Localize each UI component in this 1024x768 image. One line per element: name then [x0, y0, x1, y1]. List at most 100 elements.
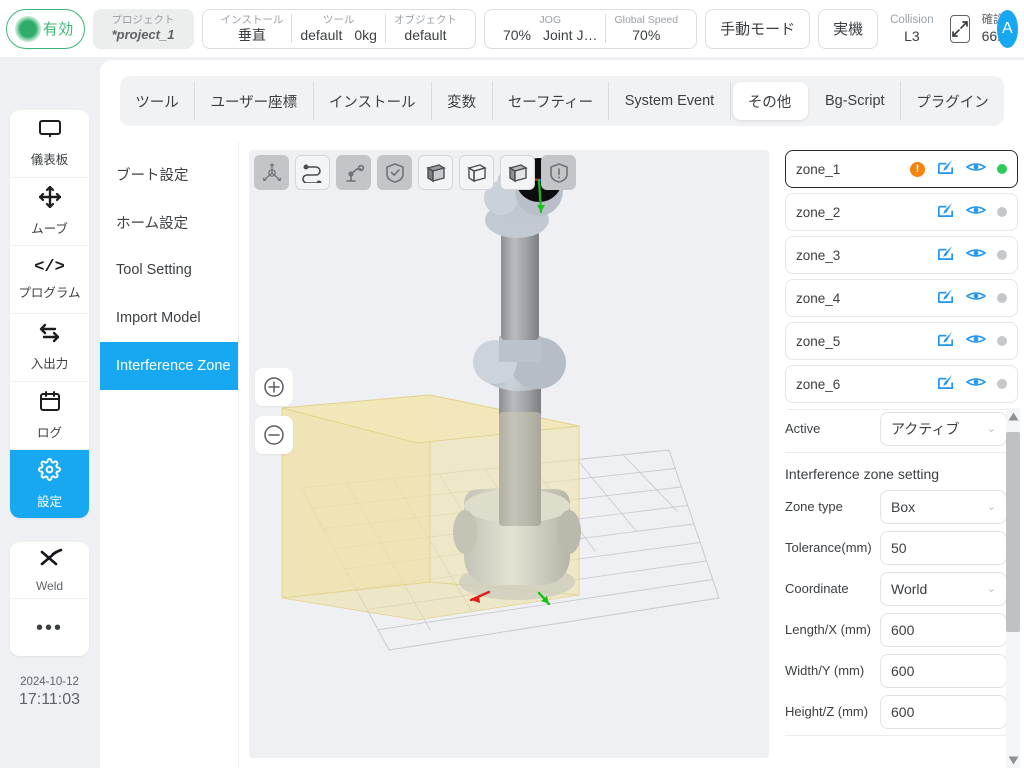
edit-icon[interactable]	[936, 200, 955, 224]
robot-arm-icon-button[interactable]	[336, 155, 371, 190]
tab-plugin[interactable]: プラグイン	[901, 82, 1004, 120]
height-z-input[interactable]: 600	[880, 694, 1007, 729]
speed-chip[interactable]: JOG 70% Joint J… Global Speed 70%	[483, 8, 698, 49]
sidebar-item-log[interactable]: ログ	[10, 382, 89, 450]
tab-variable[interactable]: 変数	[432, 82, 493, 120]
zone-list-item[interactable]: zone_3	[785, 236, 1018, 274]
active-value: アクティブ	[891, 420, 960, 437]
sidebar-item-io[interactable]: 入出力	[10, 314, 89, 382]
robot-3d-viewport[interactable]	[249, 150, 769, 758]
scroll-up-icon[interactable]	[1006, 408, 1020, 424]
gear-icon	[38, 458, 61, 486]
zone-list-item[interactable]: zone_1 !	[785, 150, 1018, 188]
active-select[interactable]: アクティブ ⌄	[880, 411, 1007, 446]
zoom-out-icon[interactable]	[255, 416, 293, 454]
sidebar-extra-group: Weld •••	[10, 542, 89, 656]
scrollbar-thumb[interactable]	[1006, 432, 1020, 632]
status-pill[interactable]: 有効	[6, 8, 85, 49]
sidebar-item-dashboard[interactable]: 儀表板	[10, 110, 89, 178]
length-x-input[interactable]: 600	[880, 612, 1007, 647]
status-dot[interactable]	[997, 164, 1007, 174]
zone-type-select[interactable]: Box ⌄	[880, 489, 1007, 524]
cube-shaded-icon-button[interactable]	[500, 155, 535, 190]
tab-bg-script[interactable]: Bg-Script	[810, 82, 901, 120]
tool-col: ツール default 0kg	[291, 14, 385, 43]
tab-tool[interactable]: ツール	[120, 82, 196, 120]
width-y-input[interactable]: 600	[880, 653, 1007, 688]
status-dot[interactable]	[997, 379, 1007, 389]
edit-icon[interactable]	[936, 157, 955, 181]
eye-icon[interactable]	[965, 289, 987, 308]
status-dot[interactable]	[997, 336, 1007, 346]
robot-button[interactable]: 実機	[818, 8, 879, 49]
cube-wireframe-icon-button[interactable]	[459, 155, 494, 190]
zone-name: zone_6	[796, 376, 841, 392]
subnav-item-home-setting[interactable]: ホーム設定	[100, 198, 238, 246]
mode-button[interactable]: 手動モード	[705, 8, 811, 49]
shield-check-icon-button[interactable]	[377, 155, 412, 190]
tab-label: System Event	[624, 93, 715, 109]
edit-icon[interactable]	[936, 329, 955, 353]
subnav-item-interference-zone[interactable]: Interference Zone	[100, 342, 238, 390]
coordinate-label: Coordinate	[785, 581, 849, 596]
subnav-item-tool-setting[interactable]: Tool Setting	[100, 246, 238, 294]
sidebar-item-program[interactable]: </> プログラム	[10, 246, 89, 314]
tab-safety[interactable]: セーフティー	[493, 82, 610, 120]
tab-system-event[interactable]: System Event	[609, 82, 731, 120]
tab-user-coordinate[interactable]: ユーザー座標	[195, 82, 314, 120]
subnav-item-boot-setting[interactable]: ブート設定	[100, 150, 238, 198]
cube-solid-icon-button[interactable]	[418, 155, 453, 190]
tolerance-input[interactable]: 50	[880, 530, 1007, 565]
tolerance-row: Tolerance(mm) 50	[785, 527, 1007, 568]
eye-icon[interactable]	[965, 332, 987, 351]
eye-icon[interactable]	[965, 375, 987, 394]
edit-icon[interactable]	[936, 243, 955, 267]
sidebar-item-more[interactable]: •••	[10, 599, 89, 656]
eye-icon[interactable]	[965, 246, 987, 265]
fullscreen-icon[interactable]	[949, 14, 970, 43]
coordinate-row: Coordinate World ⌄	[785, 568, 1007, 609]
edit-icon[interactable]	[936, 372, 955, 396]
tool-value: default	[300, 27, 343, 43]
install-caption: インストール	[220, 14, 284, 26]
subnav-item-import-model[interactable]: Import Model	[100, 294, 238, 342]
eye-icon[interactable]	[965, 203, 987, 222]
coordinate-select[interactable]: World ⌄	[880, 571, 1007, 606]
status-dot[interactable]	[997, 250, 1007, 260]
status-dot[interactable]	[997, 207, 1007, 217]
shield-alert-icon-button[interactable]	[541, 155, 576, 190]
sidebar-item-move[interactable]: ムーブ	[10, 178, 89, 246]
zone-list-item[interactable]: zone_6	[785, 365, 1018, 403]
install-tool-object-chip[interactable]: インストール 垂直 ツール default 0kg オブジェクト default	[201, 8, 476, 49]
tab-install[interactable]: インストール	[314, 82, 432, 120]
robot-button-label: 実機	[833, 21, 864, 38]
edit-icon[interactable]	[936, 286, 955, 310]
tab-label: インストール	[328, 94, 416, 111]
sidebar-item-weld[interactable]: Weld	[10, 542, 89, 599]
scroll-down-icon[interactable]	[1006, 752, 1020, 768]
move-arrows-icon	[38, 185, 61, 213]
eye-icon[interactable]	[965, 160, 987, 179]
trajectory-path-icon-button[interactable]	[295, 155, 330, 190]
sidebar-item-settings[interactable]: 設定	[10, 450, 89, 518]
tab-label: ツール	[135, 94, 179, 111]
zone-list-item[interactable]: zone_4	[785, 279, 1018, 317]
scrollbar-track[interactable]	[1006, 424, 1020, 752]
project-chip[interactable]: プロジェクト *project_1	[92, 8, 194, 49]
jog-mode: Joint J…	[542, 27, 598, 43]
calendar-icon	[39, 390, 61, 417]
tolerance-value: 50	[891, 539, 907, 556]
collision-indicator[interactable]: Collision L3	[886, 13, 937, 44]
panel-scrollbar[interactable]	[1006, 408, 1020, 768]
chevron-down-icon: ⌄	[986, 423, 996, 435]
tab-other[interactable]: その他	[732, 82, 808, 120]
status-dot[interactable]	[997, 293, 1007, 303]
zone-list-item[interactable]: zone_5	[785, 322, 1018, 360]
axis-tripod-icon-button[interactable]	[254, 155, 289, 190]
install-col: インストール 垂直	[213, 14, 292, 43]
zone-list-item[interactable]: zone_2	[785, 193, 1018, 231]
avatar[interactable]: A	[996, 9, 1018, 48]
zoom-in-icon[interactable]	[255, 368, 293, 406]
tab-label: ユーザー座標	[210, 94, 298, 111]
length-x-value: 600	[891, 621, 915, 638]
